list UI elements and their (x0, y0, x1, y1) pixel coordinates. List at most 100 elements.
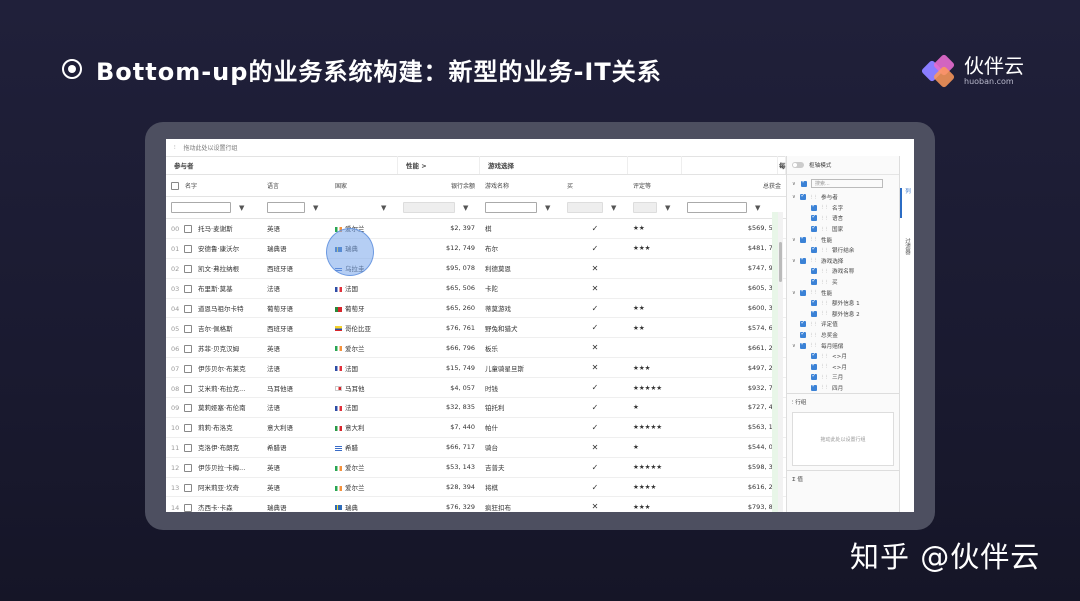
name-cell[interactable]: 02 凯文·弗拉纳根 (166, 263, 262, 274)
country-cell[interactable]: 希腊 (330, 442, 398, 452)
rating-stars[interactable]: ★★★★★ (628, 463, 682, 471)
bought-check-icon[interactable]: ✓ (562, 403, 628, 412)
column-visible-checkbox[interactable] (800, 287, 806, 296)
row-select-checkbox[interactable] (184, 364, 192, 373)
drag-handle-icon[interactable]: ⋮⋮ (820, 311, 829, 316)
bought-check-icon[interactable]: ✓ (562, 304, 628, 313)
country-filter-input[interactable] (335, 202, 373, 213)
rating-stars[interactable]: ★ (628, 403, 682, 411)
name-cell[interactable]: 12 伊莎贝拉·卡梅... (166, 462, 262, 473)
drag-handle-icon[interactable]: ⋮⋮ (809, 237, 818, 242)
drag-handle-icon[interactable]: ⋮⋮ (820, 269, 829, 274)
drag-handle-icon[interactable]: ⋮⋮ (809, 290, 818, 295)
filter-icon[interactable]: ▼ (755, 204, 760, 212)
drag-handle-icon[interactable]: ⋮⋮ (820, 385, 829, 390)
bank-balance-cell[interactable]: $66, 717 (398, 443, 480, 451)
name-cell[interactable]: 03 布里斯·莫基 (166, 283, 262, 294)
column-tree-item[interactable]: ⋮⋮额外信息 2 (792, 308, 900, 320)
name-cell[interactable]: 00 托马·麦谢斯 (166, 223, 262, 234)
language-cell[interactable]: 瑞典语 (262, 243, 330, 253)
game-name-cell[interactable]: 野兔和猎犬 (480, 323, 562, 333)
country-cell[interactable]: 葡萄牙 (330, 303, 398, 313)
row-select-checkbox[interactable] (184, 285, 192, 294)
table-row[interactable]: 00托马·麦谢斯英语爱尔兰$2, 397棋✓★★$569, 571 (166, 219, 786, 239)
name-cell[interactable]: 09 莫莉娅塞·布伦南 (166, 402, 262, 413)
expand-chevron-icon[interactable]: ∨ (792, 237, 797, 243)
column-tree-group[interactable]: ∨ ⋮⋮性能 (792, 234, 900, 245)
row-select-checkbox[interactable] (184, 424, 192, 433)
winnings-cell[interactable]: $600, 386 (682, 304, 786, 312)
bought-check-icon[interactable]: ✓ (562, 463, 628, 472)
game-name-cell[interactable]: 板乐 (480, 343, 562, 353)
filter-icon[interactable]: ▼ (381, 204, 386, 212)
winnings-cell[interactable]: $569, 571 (682, 224, 786, 232)
rating-stars[interactable]: ★★★★★ (628, 384, 682, 392)
bought-check-icon[interactable]: ✓ (562, 244, 628, 253)
country-cell[interactable]: 爱尔兰 (330, 343, 398, 353)
column-tree-item[interactable]: ⋮⋮银行结余 (792, 245, 900, 256)
name-cell[interactable]: 14 杰西卡·卡森 (166, 502, 262, 512)
rating-stars[interactable]: ★★ (628, 324, 682, 332)
column-visible-checkbox[interactable] (800, 340, 806, 349)
row-select-checkbox[interactable] (184, 384, 192, 393)
winnings-cell[interactable]: $605, 364 (682, 284, 786, 292)
row-select-checkbox[interactable] (184, 484, 192, 493)
winnings-cell[interactable]: $544, 063 (682, 443, 786, 451)
language-cell[interactable]: 英语 (262, 343, 330, 353)
row-select-checkbox[interactable] (184, 305, 192, 313)
not-bought-cross-icon[interactable]: ✕ (562, 343, 628, 352)
drag-handle-icon[interactable]: ⋮⋮ (820, 364, 829, 369)
game-name-cell[interactable]: 骑台 (480, 442, 562, 452)
pivot-mode-toggle[interactable] (792, 162, 804, 168)
row-select-checkbox[interactable] (184, 503, 192, 512)
name-filter-input[interactable] (171, 202, 231, 213)
country-cell[interactable]: 法国 (330, 283, 398, 293)
row-group-drop-zone[interactable]: ⫶ 拖动此处以设置行组 (166, 139, 914, 157)
table-row[interactable]: 02凯文·弗拉纳根西班牙语乌拉圭$95, 078利德莫恩✕$747, 956 (166, 259, 786, 279)
bank-balance-cell[interactable]: $76, 761 (398, 324, 480, 332)
col-header-bank[interactable]: 银行余额 (398, 181, 480, 190)
not-bought-cross-icon[interactable]: ✕ (562, 284, 628, 293)
bank-balance-cell[interactable]: $7, 440 (398, 423, 480, 431)
country-cell[interactable]: 马耳他 (330, 383, 398, 393)
col-header-bought[interactable]: 买 (562, 181, 628, 190)
table-row[interactable]: 10 莉莉·布洛克 意大利语 意大利 $7, 440 帕什 ✓ ★★★★★ $563, 168 (166, 418, 786, 438)
column-visible-checkbox[interactable] (800, 234, 806, 243)
language-cell[interactable]: 英语 (262, 482, 330, 492)
name-cell[interactable]: 07 伊莎贝尔·布莱克 (166, 363, 262, 373)
column-tree-item[interactable]: ⋮⋮<>月 (792, 351, 900, 362)
collapse-all-chevron-icon[interactable]: ∨ (792, 181, 797, 187)
rating-stars[interactable]: ★★★ (628, 503, 682, 511)
bank-balance-cell[interactable]: $95, 078 (398, 264, 480, 272)
drag-handle-icon[interactable]: ⋮⋮ (809, 195, 818, 200)
bank-balance-cell[interactable]: $53, 143 (398, 463, 480, 471)
group-header-game-choice[interactable]: 游戏选择 (480, 156, 628, 174)
drag-handle-icon[interactable]: ⋮⋮ (820, 301, 829, 306)
country-cell[interactable]: 爱尔兰 (330, 462, 398, 472)
table-row[interactable]: 04 道恩马祖尔卡特 葡萄牙语 葡萄牙 $65, 260 蒂莫游戏 ✓ ★★ $600, 386 (166, 299, 786, 319)
language-cell[interactable]: 瑞典语 (262, 502, 330, 512)
name-cell[interactable]: 08 艾米莉·布拉克... (166, 383, 262, 393)
column-visible-checkbox[interactable] (811, 266, 817, 275)
column-tree-group[interactable]: ⋮⋮评定值 (792, 319, 900, 330)
game-name-cell[interactable]: 吉普夫 (480, 462, 562, 472)
column-visible-checkbox[interactable] (811, 361, 817, 370)
bank-balance-cell[interactable]: $4, 057 (398, 384, 480, 392)
row-select-checkbox[interactable] (184, 324, 192, 333)
column-visible-checkbox[interactable] (811, 224, 817, 233)
winnings-cell[interactable]: $727, 405 (682, 403, 786, 411)
language-cell[interactable]: 西班牙语 (262, 323, 330, 333)
winnings-cell[interactable]: $747, 956 (682, 264, 786, 272)
bank-filter-input[interactable] (403, 202, 455, 213)
bank-balance-cell[interactable]: $65, 260 (398, 304, 480, 312)
expand-chevron-icon[interactable]: ∨ (792, 194, 797, 200)
drag-handle-icon[interactable]: ⋮⋮ (809, 333, 818, 338)
column-tree-group[interactable]: ⋮⋮总奖金 (792, 330, 900, 341)
column-visible-checkbox[interactable] (811, 277, 817, 286)
name-cell[interactable]: 01 安德鲁·康沃尔 (166, 243, 262, 254)
row-select-checkbox[interactable] (184, 444, 192, 453)
drag-handle-icon[interactable]: ⋮⋮ (809, 322, 818, 327)
column-tree-item[interactable]: ⋮⋮游戏名称 (792, 266, 900, 277)
language-cell[interactable]: 英语 (262, 223, 330, 233)
row-select-checkbox[interactable] (184, 344, 192, 353)
